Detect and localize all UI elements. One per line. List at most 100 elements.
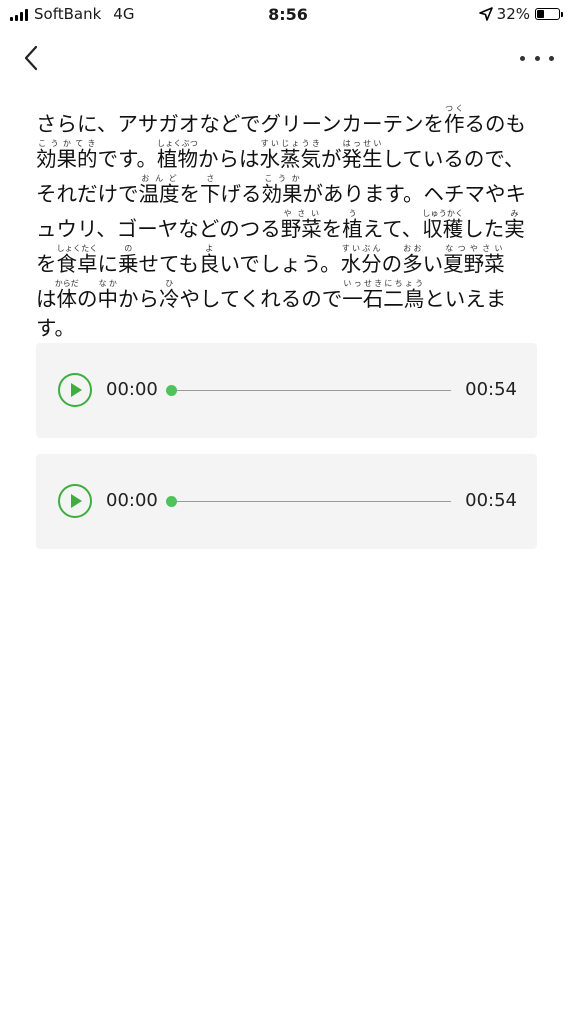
furigana-word: 水蒸気すいじょうき (259, 140, 321, 172)
back-button[interactable] (16, 42, 46, 74)
current-time: 00:00 (106, 379, 158, 400)
word-base: 作 (443, 112, 465, 136)
article-line: それだけで温度おんどを下さげる効果こうかがあります。ヘチマやキ (36, 174, 536, 209)
word-base: 実 (504, 217, 525, 241)
furigana-reading: すいぶん (340, 244, 382, 253)
furigana-word: 発生はっせい (341, 140, 383, 172)
furigana-reading: こうか (261, 174, 303, 183)
battery-fill (537, 10, 545, 18)
text-run: は (36, 287, 57, 311)
progress-thumb[interactable] (166, 496, 177, 507)
progress-thumb[interactable] (166, 385, 177, 396)
furigana-word: 下さ (200, 175, 221, 207)
text-run: です。 (97, 147, 157, 171)
location-arrow-icon (478, 7, 493, 21)
furigana-word: 植う (342, 210, 363, 242)
furigana-reading: しゅうかく (422, 209, 464, 218)
play-button[interactable] (58, 484, 92, 518)
furigana-word: 植物しょくぶつ (156, 140, 198, 172)
furigana-word: 中なか (97, 280, 119, 312)
furigana-word: 夏野菜なつやさい (443, 245, 505, 277)
chevron-left-icon (24, 45, 38, 71)
furigana-reading: おお (402, 244, 423, 253)
current-time: 00:00 (106, 490, 158, 511)
furigana-reading: おんど (138, 174, 180, 183)
word-base: 下 (200, 182, 221, 206)
furigana-word: 多おお (402, 245, 423, 277)
furigana-reading: いっせきにちょう (342, 279, 425, 288)
furigana-reading: やさい (280, 209, 322, 218)
word-base: 夏野菜 (443, 252, 505, 276)
text-run: るのも (464, 112, 526, 136)
audio-player: 00:00 00:54 (36, 343, 537, 438)
word-base: 収穫 (422, 217, 464, 241)
text-run: の (77, 287, 98, 311)
progress-track[interactable] (173, 390, 451, 391)
text-run: からは (197, 147, 260, 171)
article-line: 効果的こうかてきです。植物しょくぶつからは水蒸気すいじょうきが発生はっせいしてい… (36, 139, 536, 174)
furigana-reading: しょくぶつ (156, 139, 198, 148)
play-icon (71, 494, 82, 508)
audio-player: 00:00 00:54 (36, 454, 537, 549)
furigana-reading: なか (97, 279, 119, 288)
word-base: 食卓 (56, 252, 98, 276)
text-run: えて、 (362, 217, 423, 241)
word-base: 良 (198, 252, 220, 276)
battery-percent: 32% (496, 5, 530, 23)
duration: 00:54 (465, 490, 517, 511)
more-button[interactable] (520, 48, 554, 68)
furigana-reading: の (118, 244, 139, 253)
word-base: 一石二鳥 (342, 287, 425, 311)
progress-track[interactable] (173, 501, 451, 502)
word-base: 水分 (340, 252, 382, 276)
duration: 00:54 (465, 379, 517, 400)
word-base: 発生 (341, 147, 383, 171)
text-run: げる (220, 182, 262, 206)
furigana-word: 冷ひ (159, 280, 180, 312)
text-run: さらに、アサガオなどでグリーンカーテンを (36, 112, 444, 136)
text-run: しているので、 (382, 147, 525, 171)
article-line: は体からだの中なかから冷ひやしてくれるので一石二鳥いっせきにちょうといえま (36, 279, 536, 314)
text-run: を (321, 217, 343, 241)
furigana-reading: さ (200, 174, 221, 183)
text-run: す。 (36, 316, 75, 340)
furigana-word: 一石二鳥いっせきにちょう (342, 280, 425, 312)
furigana-word: 良よ (198, 245, 220, 277)
more-dot (534, 55, 540, 61)
furigana-reading: よ (198, 244, 220, 253)
furigana-word: 作つく (443, 105, 465, 137)
text-run: を (179, 182, 201, 206)
article-line: を食卓しょくたくに乗のせても良よいでしょう。水分すいぶんの多おおい夏野菜なつやさ… (36, 244, 536, 279)
word-base: 植 (342, 217, 363, 241)
play-icon (71, 383, 82, 397)
article-line: ュウリ、ゴーヤなどのつる野菜やさいを植うえて、収穫しゅうかくした実み (36, 209, 536, 244)
word-base: 効果的 (36, 147, 98, 171)
battery-icon (535, 8, 563, 20)
furigana-word: 食卓しょくたく (56, 245, 98, 277)
word-base: 効果 (261, 182, 303, 206)
word-base: 中 (97, 287, 119, 311)
play-button[interactable] (58, 373, 92, 407)
text-run: が (320, 147, 342, 171)
text-run: せても (138, 252, 199, 276)
status-right: 32% (478, 5, 563, 23)
furigana-word: 体からだ (55, 280, 79, 312)
word-base: 冷 (159, 287, 180, 311)
text-run: いでしょう。 (219, 252, 341, 276)
text-run: ュウリ、ゴーヤなどのつる (36, 217, 281, 241)
furigana-word: 効果的こうかてき (36, 140, 98, 172)
battery-cap (561, 12, 563, 17)
furigana-reading: う (342, 209, 363, 218)
text-run: い (422, 252, 444, 276)
text-run: の (381, 252, 403, 276)
text-run: それだけで (36, 182, 139, 206)
furigana-reading: はっせい (341, 139, 383, 148)
more-dot (549, 55, 554, 61)
furigana-reading: なつやさい (443, 244, 505, 253)
article-line: す。 (36, 314, 536, 343)
word-base: 植物 (156, 147, 198, 171)
article-line: さらに、アサガオなどでグリーンカーテンを作つくるのも (36, 104, 536, 139)
furigana-word: 乗の (118, 245, 139, 277)
word-base: 多 (402, 252, 423, 276)
text-run: を (36, 252, 57, 276)
